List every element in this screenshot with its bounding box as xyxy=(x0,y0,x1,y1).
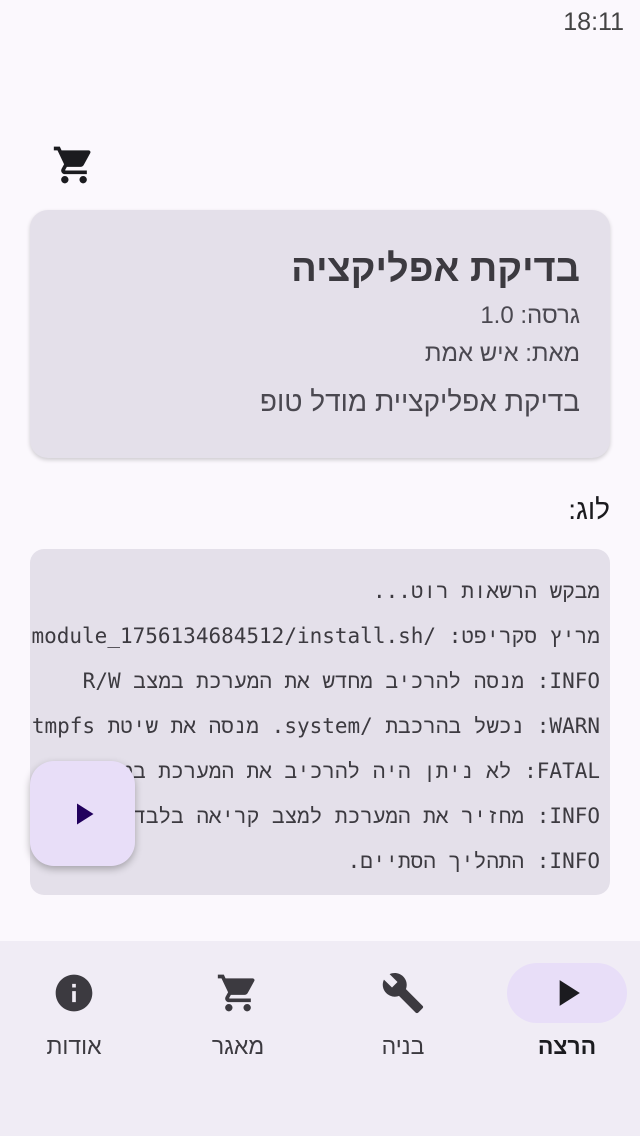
nav-indicator xyxy=(343,963,463,1023)
wrench-icon xyxy=(382,973,424,1014)
nav-item-build[interactable]: בניה xyxy=(343,963,463,1083)
module-title: בדיקת אפליקציה xyxy=(291,248,580,290)
status-bar: 18:11 xyxy=(0,0,640,48)
log-line: WARN: נכשל בהרכבת /system. מנסה את שיטת … xyxy=(31,714,600,738)
cart-icon[interactable] xyxy=(52,143,96,187)
module-description: בדיקת אפליקציית מודל טופ xyxy=(259,386,580,417)
nav-label-about: אודות xyxy=(46,1033,102,1059)
log-line: מריץ סקריפט: /data/adb/modules/module_17… xyxy=(30,624,600,648)
cart-icon xyxy=(217,974,255,1012)
nav-label-run: הרצה xyxy=(537,1033,597,1059)
nav-label-repo: מאגר xyxy=(211,1033,265,1059)
nav-indicator xyxy=(178,963,298,1023)
module-info-card: בדיקת אפליקציה גרסה: 1.0 מאת: איש אמת בד… xyxy=(30,210,610,458)
run-fab-button[interactable] xyxy=(30,761,135,866)
log-label: לוג: xyxy=(568,494,610,525)
nav-item-run[interactable]: הרצה xyxy=(507,963,627,1083)
module-version: גרסה: 1.0 xyxy=(480,302,580,329)
play-icon xyxy=(559,980,580,1006)
log-line: INFO: מנסה להרכיב מחדש את המערכת במצב R/… xyxy=(82,669,600,693)
play-icon xyxy=(76,803,93,824)
log-line: מבקש הרשאות רוט... xyxy=(372,579,600,603)
nav-indicator xyxy=(14,963,134,1023)
status-time: 18:11 xyxy=(563,8,624,36)
module-author: מאת: איש אמת xyxy=(424,340,580,367)
info-icon xyxy=(55,974,93,1012)
nav-item-repo[interactable]: מאגר xyxy=(178,963,298,1083)
nav-label-build: בניה xyxy=(381,1033,425,1059)
nav-item-about[interactable]: אודות xyxy=(14,963,134,1083)
nav-indicator xyxy=(507,963,627,1023)
bottom-navigation: הרצה בניה מאגר אודות xyxy=(0,941,640,1136)
